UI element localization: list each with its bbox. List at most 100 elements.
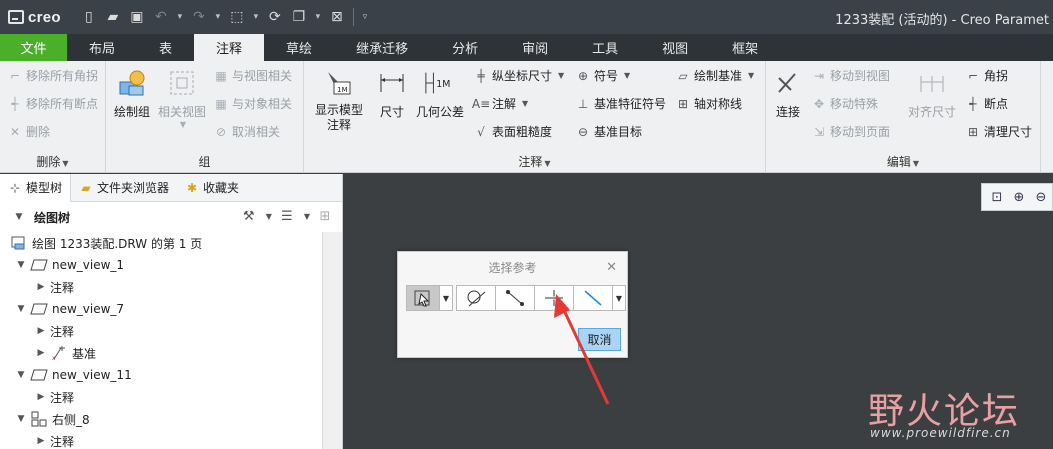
annotation-group-label[interactable]: 注释 ▼ [304,153,765,170]
tab-sketch[interactable]: 草绘 [264,34,334,61]
geometric-tolerance-button[interactable]: 1M 几何公差 [416,67,464,120]
expand-icon[interactable]: ▶ [36,282,46,292]
edit-group-label[interactable]: 编辑 ▼ [766,153,1040,170]
collapse-icon[interactable]: ▼ [16,260,26,270]
tree-scrollbar[interactable] [322,232,342,449]
surface-finish-button[interactable]: √ 表面粗糙度 [474,123,552,140]
drawing-tree-header[interactable]: ▼ 绘图树 ⚒ ▼ ☰ ▼ ⊞ [0,202,342,232]
tree-node-annotation[interactable]: ▶ 注释 [0,386,322,408]
zoom-fit-icon[interactable]: ⊡ [988,188,1006,206]
select-dropdown-icon[interactable]: ▾ [251,7,261,27]
symbol-button[interactable]: ⊕ 符号 ▼ [576,67,630,84]
relate-to-view-button[interactable]: ▦ 与视图相关 [214,67,292,84]
tab-model-tree[interactable]: ⊹ 模型树 [0,173,72,202]
tab-tools[interactable]: 工具 [570,34,640,61]
redo-icon[interactable]: ↷ [189,7,209,27]
dialog-title: 选择参考 ✕ [398,252,627,284]
save-icon[interactable]: ▣ [127,7,147,27]
tab-review[interactable]: 审阅 [500,34,570,61]
tab-layout[interactable]: 布局 [67,34,137,61]
break-button[interactable]: ┽ 断点 [966,95,1008,112]
redo-dropdown-icon[interactable]: ▾ [213,7,223,27]
tree-columns-icon[interactable]: ☰ [278,207,296,225]
sketch-datum-button[interactable]: ▱ 绘制基准 ▼ [676,67,754,84]
tree-settings-dropdown-icon[interactable]: ▼ [266,212,272,221]
tab-legacy-migration[interactable]: 继承迁移 [334,34,430,61]
windows-icon[interactable]: ❐ [289,7,309,27]
tab-table[interactable]: 表 [137,34,194,61]
tree-columns-dropdown-icon[interactable]: ▼ [304,212,310,221]
align-dimensions-button[interactable]: 对齐尺寸 [908,67,956,120]
select-tangent-button[interactable] [456,285,496,311]
draw-group-button[interactable]: 绘制组 [114,67,150,120]
tree-node-annotation[interactable]: ▶ 注释 [0,320,322,342]
tree-node-annotation[interactable]: ▶ 注释 [0,430,322,449]
select-entity-button[interactable] [406,285,440,311]
tree-node-annotation[interactable]: ▶ 注释 [0,276,322,298]
note-button[interactable]: A≡ 注解 ▼ [472,95,528,112]
datum-feature-symbol-button[interactable]: ⊥ 基准特征符号 [576,95,666,112]
cleanup-dimensions-button[interactable]: ⊞ 清理尺寸 [966,123,1032,140]
dimension-button[interactable]: 尺寸 [376,67,408,120]
relate-to-object-button[interactable]: ▦ 与对象相关 [214,95,292,112]
delete-button[interactable]: ✕ 删除 [8,123,50,140]
zoom-in-icon[interactable]: ⊕ [1010,188,1028,206]
tab-file[interactable]: 文件 [0,34,67,61]
collapse-icon[interactable]: ▼ [16,414,26,424]
tab-view[interactable]: 视图 [640,34,710,61]
expand-icon[interactable]: ▶ [36,326,46,336]
expand-icon[interactable]: ▶ [36,392,46,402]
connect-icon [772,67,804,99]
delete-group-label[interactable]: 删除 ▼ [0,153,105,170]
select-box-icon[interactable]: ⬚ [227,7,247,27]
unrelate-button[interactable]: ⊘ 取消相关 [214,123,280,140]
datum-target-button[interactable]: ⊖ 基准目标 [576,123,642,140]
show-model-annotations-icon: 1M [323,67,355,99]
tree-node-view[interactable]: ▼ new_view_11 [0,364,322,386]
move-to-view-button[interactable]: ⇥ 移动到视图 [812,67,890,84]
remove-all-breaks-button[interactable]: ┽ 移除所有断点 [8,95,98,112]
move-to-sheet-icon: ⇲ [813,124,825,139]
expand-icon[interactable]: ▶ [36,348,46,358]
expand-icon[interactable]: ▶ [36,436,46,446]
tab-annotate[interactable]: 注释 [194,34,265,61]
zoom-out-icon[interactable]: ⊖ [1032,188,1050,206]
related-view-button[interactable]: 相关视图 ▼ [158,67,206,129]
open-folder-icon[interactable]: ▰ [103,7,123,27]
tree-node-sheet[interactable]: 绘图 1233装配.DRW 的第 1 页 [0,232,322,254]
regenerate-icon[interactable]: ⟳ [265,7,285,27]
remove-all-jogs-button[interactable]: ⌐ 移除所有角拐 [8,67,98,84]
select-line-button[interactable] [495,285,535,311]
unrelate-icon: ⊘ [215,124,227,139]
tab-frame[interactable]: 框架 [710,34,780,61]
axis-symmetry-line-button[interactable]: ⊞ 轴对称线 [676,95,742,112]
customize-toolbar-icon[interactable]: ▿ [360,7,370,27]
symbol-icon: ⊕ [577,68,589,83]
select-entity-dropdown-icon[interactable]: ▼ [439,285,453,311]
collapse-icon[interactable]: ▼ [16,370,26,380]
show-model-annotations-button[interactable]: 1M 显示模型 注释 [308,67,370,133]
tree-node-view[interactable]: ▼ new_view_7 [0,298,322,320]
tab-analysis[interactable]: 分析 [430,34,500,61]
collapse-icon[interactable]: ▼ [14,212,24,222]
ordinate-dimension-button[interactable]: ╪ 纵坐标尺寸 ▼ [474,67,564,84]
tree-node-view[interactable]: ▼ new_view_1 [0,254,322,276]
collapse-icon[interactable]: ▼ [16,304,26,314]
tree-node-view[interactable]: ▼ 右侧_8 [0,408,322,430]
move-to-sheet-button[interactable]: ⇲ 移动到页面 [812,123,890,140]
undo-dropdown-icon[interactable]: ▾ [175,7,185,27]
tree-filter-icon[interactable]: ⊞ [316,207,334,225]
tab-folder-browser[interactable]: ▰ 文件夹浏览器 [71,174,177,202]
tree-settings-icon[interactable]: ⚒ [240,207,258,225]
folder-icon: ▰ [81,180,91,195]
move-special-button[interactable]: ✥ 移动特殊 [812,95,878,112]
tab-favorites[interactable]: ✱ 收藏夹 [177,174,247,202]
jog-button[interactable]: ⌐ 角拐 [966,67,1008,84]
undo-icon[interactable]: ↶ [151,7,171,27]
tree-node-datum[interactable]: ▶ x 基准 [0,342,322,364]
windows-dropdown-icon[interactable]: ▾ [313,7,323,27]
connect-button[interactable]: 连接 [772,67,804,120]
new-file-icon[interactable]: ▯ [79,7,99,27]
close-window-icon[interactable]: ⊠ [327,7,347,27]
close-icon[interactable]: ✕ [606,252,617,284]
